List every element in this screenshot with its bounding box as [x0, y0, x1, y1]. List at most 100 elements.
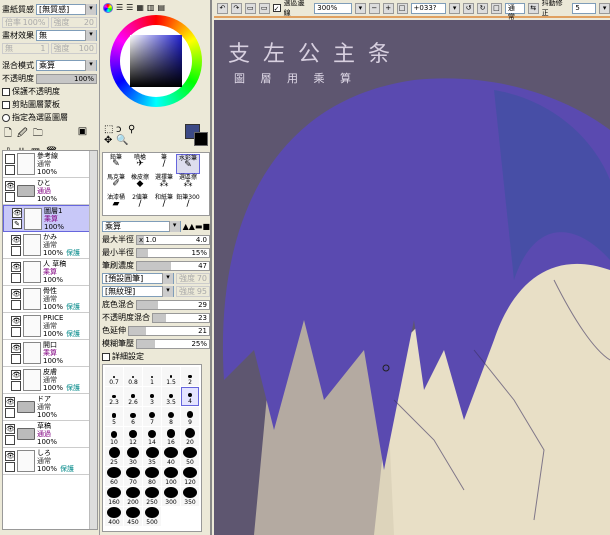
swatch-tab-icon[interactable]: ▤ — [157, 3, 165, 13]
brush-size-option[interactable]: 3 — [143, 387, 161, 406]
rotate-right-icon[interactable]: ↻ — [477, 2, 488, 14]
layer-visibility[interactable]: 👁 — [5, 180, 15, 202]
tool-slot[interactable]: 油漆桶 ▰ — [104, 194, 128, 214]
eye-icon[interactable]: 👁 — [5, 423, 15, 434]
brush-size-option[interactable]: 8 — [162, 407, 180, 426]
angle-field[interactable]: +033? — [410, 2, 447, 14]
rgb-slider-tab-icon[interactable]: ☰ — [116, 3, 123, 13]
invert-selection-icon[interactable]: ▭ — [258, 2, 270, 14]
palette-tab-icon[interactable]: ▦ — [136, 3, 144, 13]
brush-size-option[interactable]: 5 — [105, 407, 123, 426]
eye-icon[interactable]: 👁 — [11, 342, 21, 353]
layer-visibility[interactable] — [5, 153, 15, 175]
brush-size-option[interactable]: 10 — [105, 427, 123, 446]
layer-visibility[interactable]: 👁 — [5, 423, 15, 445]
layer-scrollbar[interactable] — [89, 151, 97, 529]
lock-icon[interactable] — [5, 434, 15, 445]
color-square[interactable] — [130, 35, 182, 87]
layer-row[interactable]: 👁 ひと 通過 100% — [3, 178, 97, 205]
brush-size-grid[interactable]: 0.7 0.8 1 1.5 2 2.3 2.6 3 3.5 4 5 6 7 8 9 10 12 14 16 20 25 3… — [102, 364, 202, 532]
tool-slot[interactable]: 水彩筆 ✎ — [176, 154, 200, 174]
tool-slot[interactable]: 筆 / — [152, 154, 176, 174]
brush-size-option[interactable]: 12 — [124, 427, 142, 446]
brush-size-option[interactable]: 2.6 — [124, 387, 142, 406]
layer-row[interactable]: 👁 かみ 通常 100% 保護 — [3, 232, 97, 259]
selection-edge-checkbox[interactable]: ✓ — [272, 4, 281, 13]
new-folder-icon[interactable]: 🗀 — [33, 126, 43, 143]
tool-slot[interactable]: 馬克筆 ✐ — [104, 174, 128, 194]
brush-size-option[interactable]: 4 — [181, 387, 199, 406]
brush-size-option[interactable]: 450 — [124, 507, 142, 526]
layer-visibility[interactable]: 👁 — [5, 396, 15, 418]
brush-size-option[interactable]: 80 — [143, 467, 161, 486]
hsv-slider-tab-icon[interactable]: ☰ — [126, 3, 133, 13]
brush-size-option[interactable]: 200 — [124, 487, 142, 506]
layer-row[interactable]: 👁 人 草稿 乘算 100% — [3, 259, 97, 286]
tool-slot[interactable]: 橡皮擦 ◆ — [128, 174, 152, 194]
magic-wand-icon[interactable]: ⚲ — [128, 124, 140, 135]
lock-icon[interactable] — [5, 407, 15, 418]
blur-pressure-slider[interactable]: 25% — [136, 338, 210, 349]
paper-effect-select[interactable]: 無 — [36, 30, 97, 41]
drawing-canvas[interactable]: 支 左 公 主 条 圖 層 用 乘 算 — [214, 20, 610, 535]
rotate-reset-icon[interactable]: □ — [490, 2, 502, 14]
redo-icon[interactable]: ↷ — [230, 2, 242, 14]
zoom-reset-icon[interactable]: □ — [396, 2, 408, 14]
layer-row[interactable]: 👁 骨性 通常 100% 保護 — [3, 286, 97, 313]
brush-size-option[interactable]: 35 — [143, 447, 161, 466]
tool-slot[interactable]: 和紙筆 / — [152, 194, 176, 214]
sub-color-swatch[interactable] — [194, 132, 208, 146]
view-mode-button[interactable]: 通常 — [504, 2, 525, 21]
layer-row[interactable]: 👁 しろ 通常 100% 保護 — [3, 448, 97, 475]
brush-size-option[interactable]: 2 — [181, 367, 199, 386]
tool-slot[interactable]: 鉛筆300/ — [176, 194, 200, 214]
eye-icon[interactable]: 👁 — [11, 261, 21, 272]
zoom-out-icon[interactable]: − — [368, 2, 380, 14]
eye-icon[interactable]: 👁 — [11, 288, 21, 299]
zoom-field[interactable]: 300% — [314, 2, 352, 14]
layer-visibility[interactable]: 👁 — [11, 288, 21, 310]
brush-size-option[interactable]: 7 — [143, 407, 161, 426]
brush-size-option[interactable]: 350 — [181, 487, 199, 506]
dilution-slider[interactable]: 23 — [152, 312, 210, 323]
brush-size-option[interactable]: 14 — [143, 427, 161, 446]
lock-icon[interactable] — [5, 164, 15, 175]
stabilizer-field[interactable]: 5 — [572, 2, 597, 14]
preserve-opacity-checkbox[interactable] — [2, 87, 10, 96]
layer-row[interactable]: 👁 開口 乘算 100% — [3, 340, 97, 367]
brush-size-option[interactable]: 16 — [162, 427, 180, 446]
brush-size-option[interactable]: 100 — [162, 467, 180, 486]
brush-size-option[interactable]: 9 — [181, 407, 199, 426]
layer-row[interactable]: 參考線 通常 100% — [3, 151, 97, 178]
texture-select[interactable]: [無紋理] — [102, 286, 174, 297]
blending-slider[interactable]: 29 — [136, 299, 210, 310]
brush-size-option[interactable]: 25 — [105, 447, 123, 466]
undo-icon[interactable]: ↶ — [217, 2, 228, 14]
brush-size-option[interactable]: 0.8 — [124, 367, 142, 386]
layer-row[interactable]: 👁 草稿 通過 100% — [3, 421, 97, 448]
layer-row[interactable]: 👁 皮膚 通常 100% 保護 — [3, 367, 97, 394]
detail-settings-checkbox[interactable] — [102, 352, 110, 361]
brush-size-option[interactable]: 70 — [124, 467, 142, 486]
tool-slot[interactable]: 鉛筆 ✎ — [104, 154, 128, 174]
eye-icon[interactable]: 👁 — [5, 396, 15, 407]
zoom-icon[interactable]: 🔍 — [116, 135, 128, 146]
lock-icon[interactable] — [5, 461, 15, 472]
tool-slot[interactable]: 選區擦 ⁂ — [176, 174, 200, 194]
brush-shape-icons[interactable]: ▲▲▬■ — [183, 222, 210, 231]
brush-size-option[interactable]: 500 — [143, 507, 161, 526]
brush-size-option[interactable]: 6 — [124, 407, 142, 426]
mask-icon[interactable]: ▣ — [78, 126, 87, 143]
brush-size-option[interactable]: 40 — [162, 447, 180, 466]
color-wheel-tab-icon[interactable] — [103, 3, 113, 13]
clipping-checkbox[interactable] — [2, 100, 10, 109]
tool-slot[interactable]: 噴槍 ✈ — [128, 154, 152, 174]
eye-icon[interactable]: 👁 — [11, 315, 21, 326]
brush-size-option[interactable]: 250 — [143, 487, 161, 506]
brush-size-option[interactable]: 160 — [105, 487, 123, 506]
zoom-dropdown-icon[interactable]: ▾ — [354, 2, 366, 14]
eye-icon[interactable] — [5, 153, 15, 164]
brush-size-option[interactable]: 1 — [143, 367, 161, 386]
tool-slot[interactable]: 選擇筆 ⁂ — [152, 174, 176, 194]
layer-visibility[interactable]: 👁 ✎ — [12, 208, 22, 229]
